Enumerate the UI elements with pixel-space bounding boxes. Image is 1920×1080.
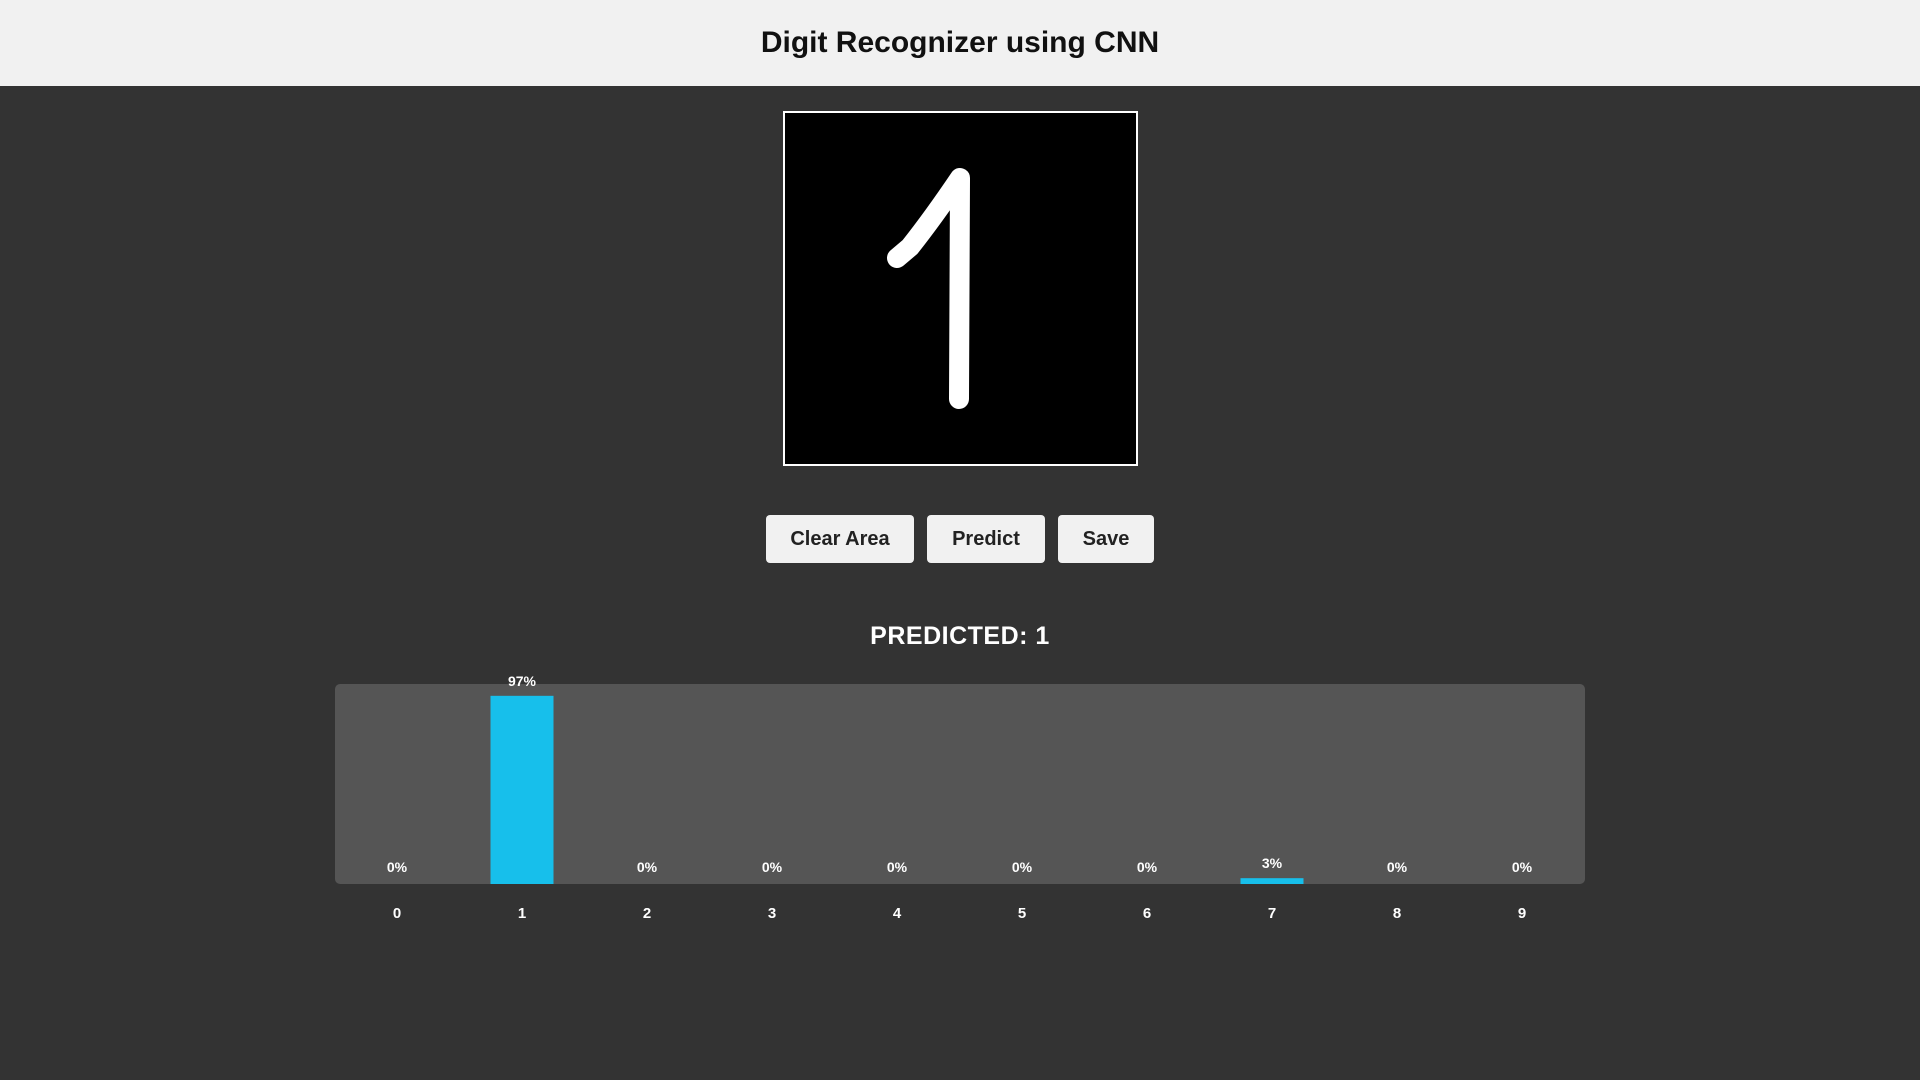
category-label-2: 2: [643, 905, 651, 922]
handwritten-digit-drawing: [887, 168, 970, 409]
category-label-8: 8: [1393, 905, 1401, 922]
category-label-7: 7: [1268, 905, 1276, 922]
category-label-9: 9: [1518, 905, 1526, 922]
app-header: Digit Recognizer using CNN: [0, 0, 1920, 86]
category-label-0: 0: [393, 905, 401, 922]
chart-plot-area: [335, 684, 1585, 884]
prediction-result: PREDICTED: 1: [870, 622, 1050, 650]
category-label-5: 5: [1018, 905, 1026, 922]
category-label-6: 6: [1143, 905, 1151, 922]
page-title: Digit Recognizer using CNN: [760, 26, 1160, 59]
action-bar: Clear Area Predict Save: [0, 515, 1920, 563]
category-label-4: 4: [893, 905, 902, 922]
save-button[interactable]: Save: [1058, 515, 1154, 563]
clear-area-button[interactable]: Clear Area: [766, 515, 914, 563]
category-label-3: 3: [768, 905, 776, 922]
predict-button[interactable]: Predict: [927, 515, 1045, 563]
category-label-1: 1: [518, 905, 526, 922]
drawing-canvas[interactable]: [783, 111, 1138, 466]
